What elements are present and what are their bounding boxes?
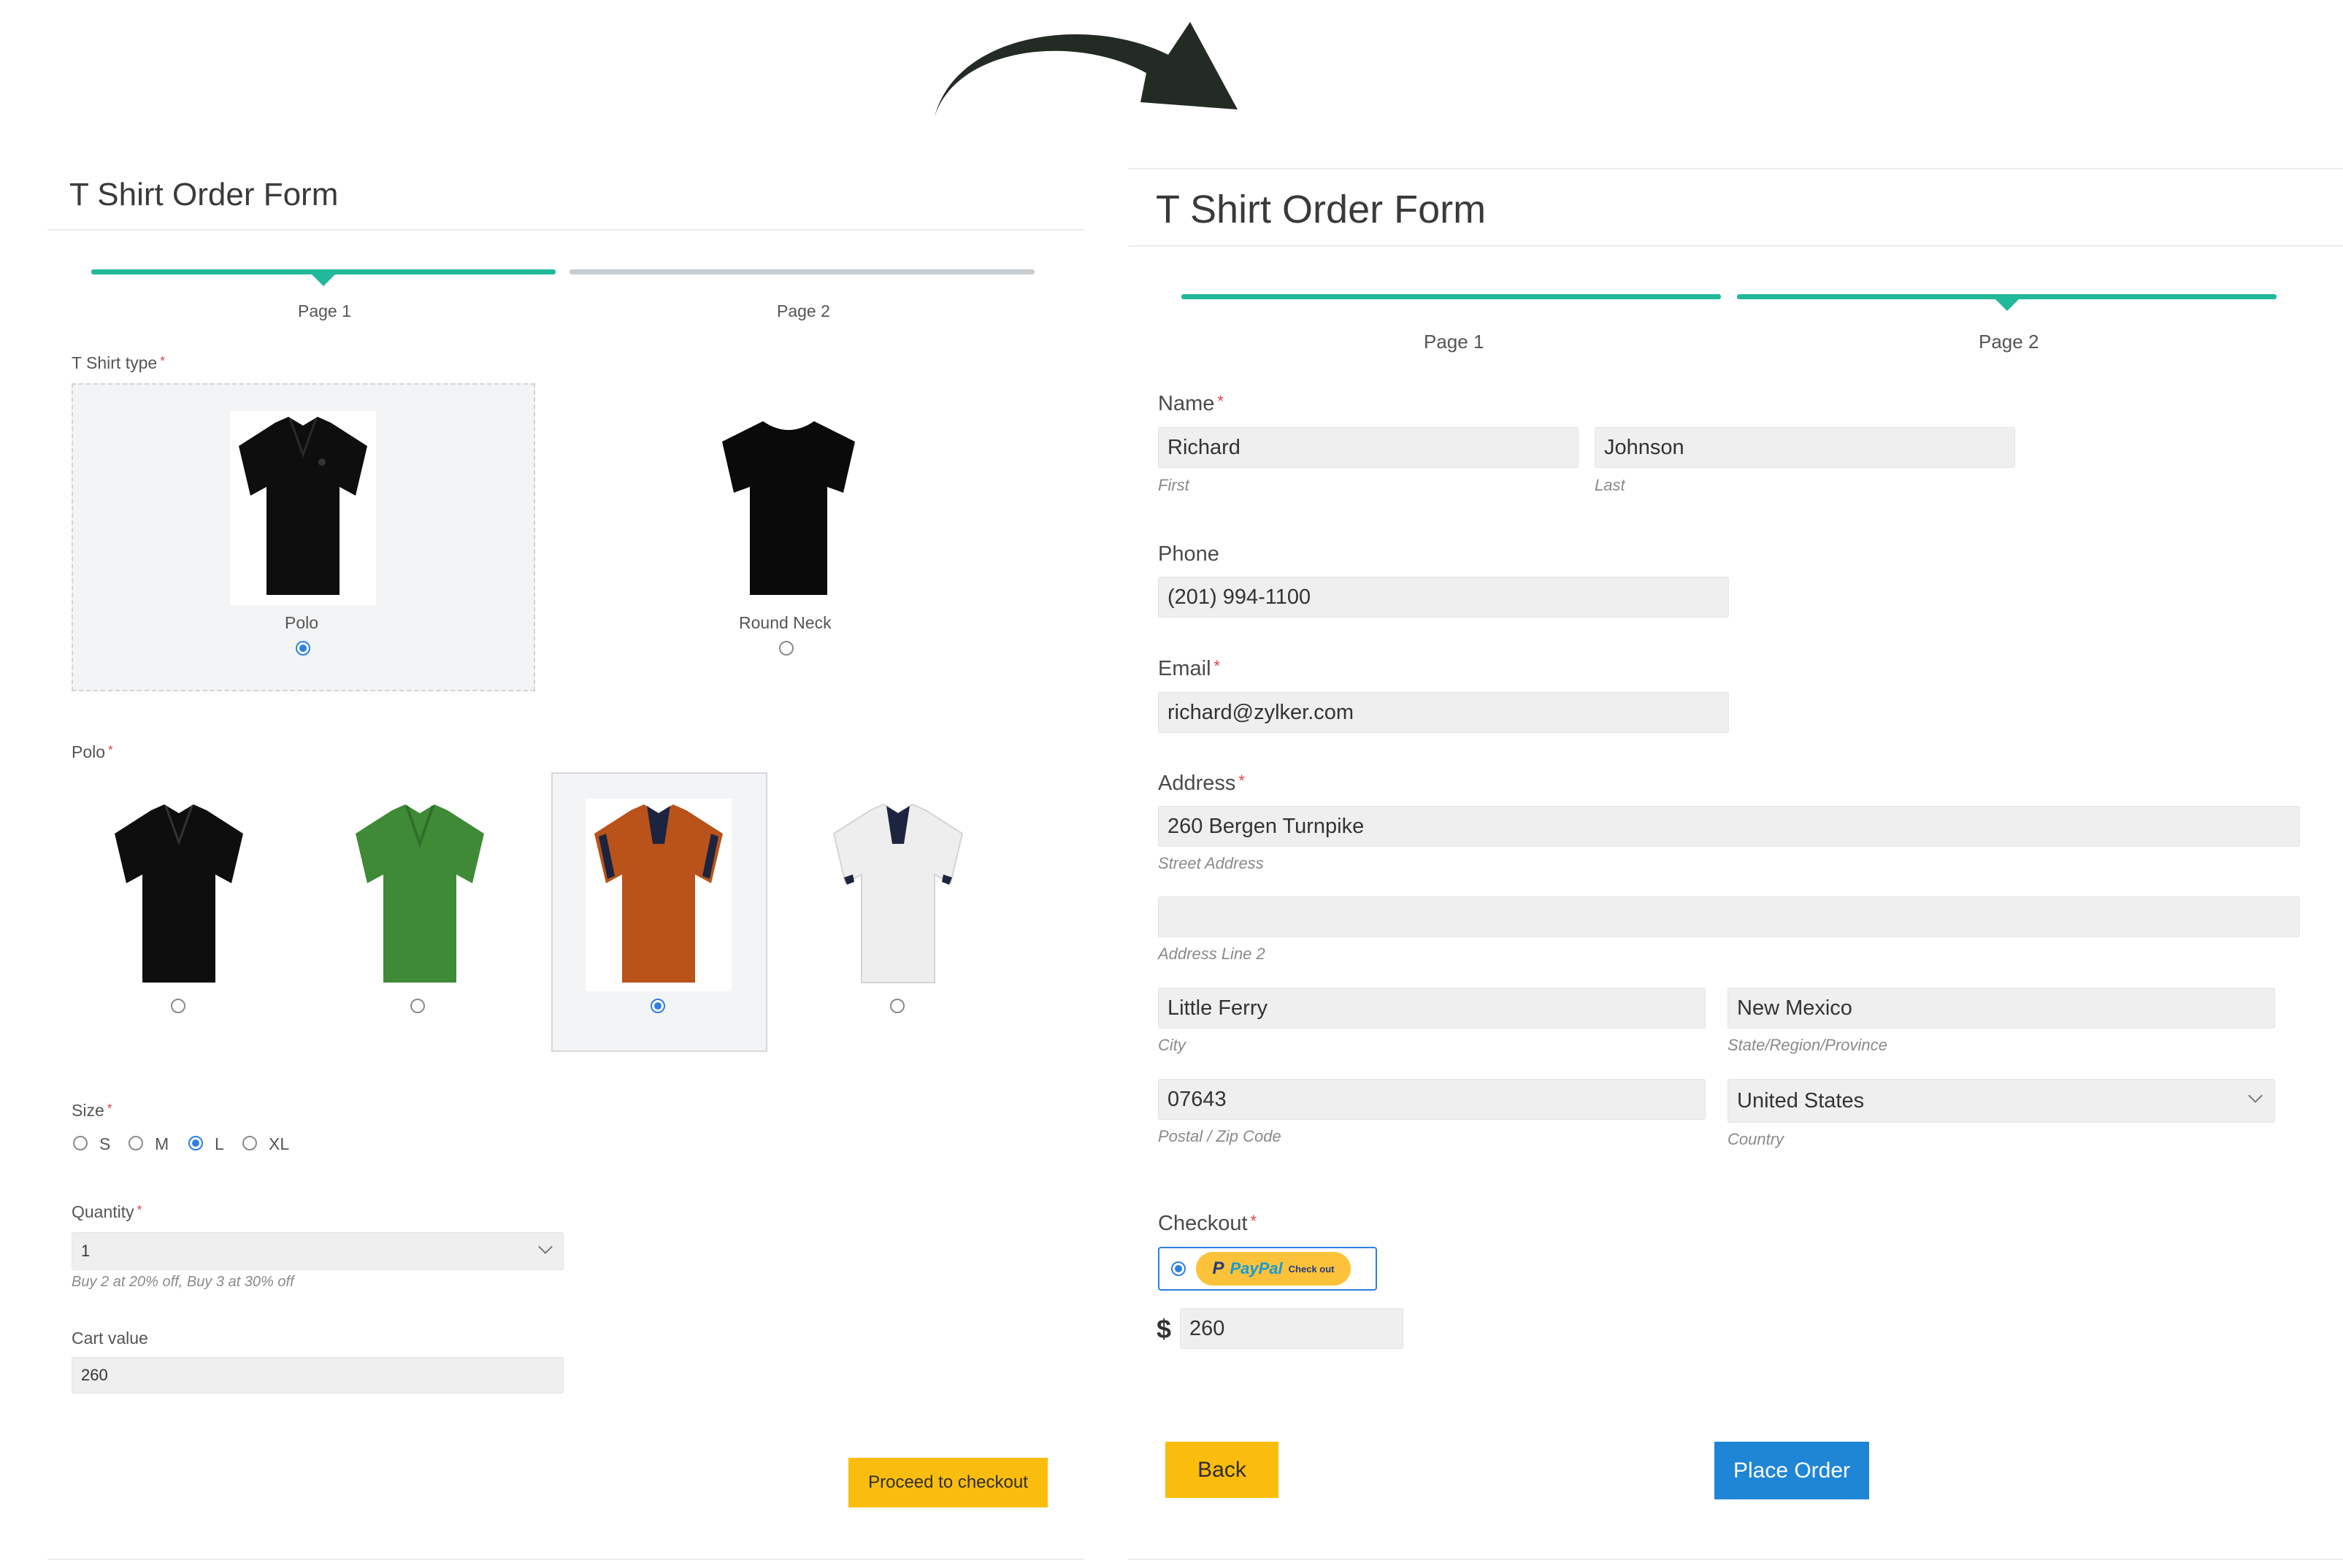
- form-title-step1: T Shirt Order Form: [69, 177, 339, 212]
- polo-green-radio[interactable]: [410, 999, 425, 1013]
- city-input[interactable]: Little Ferry: [1158, 988, 1706, 1029]
- email-input[interactable]: richard@zylker.com: [1158, 692, 1729, 733]
- polo-orange-radio[interactable]: [651, 999, 665, 1013]
- amount-value: 260: [1189, 1316, 1225, 1340]
- paypal-brand: PayPal: [1230, 1259, 1283, 1277]
- address-line2-sub: Address Line 2: [1158, 945, 1265, 963]
- currency-symbol: $: [1157, 1314, 1172, 1344]
- quantity-label: Quantity *: [72, 1202, 142, 1221]
- round-neck-image: [712, 411, 865, 605]
- zip-sub: Postal / Zip Code: [1158, 1127, 1281, 1145]
- back-label: Back: [1197, 1457, 1246, 1482]
- title-divider-right: [1128, 245, 2343, 247]
- form-title-step2: T Shirt Order Form: [1156, 188, 1487, 231]
- tshirt-type-round-neck-radio[interactable]: [779, 641, 794, 656]
- title-divider: [47, 229, 1084, 231]
- size-xl-label: XL: [269, 1134, 290, 1153]
- email-value: richard@zylker.com: [1167, 700, 1354, 724]
- active-step-indicator: [311, 274, 336, 286]
- paypal-action: Check out: [1288, 1263, 1335, 1275]
- last-name-value: Johnson: [1604, 435, 1684, 459]
- email-label: Email *: [1158, 657, 1220, 680]
- polo-image: [230, 411, 376, 605]
- paypal-checkout-button[interactable]: P PayPal Check out: [1196, 1252, 1351, 1285]
- last-name-sub: Last: [1595, 476, 1625, 494]
- proceed-label: Proceed to checkout: [868, 1472, 1028, 1492]
- top-divider-right: [1128, 168, 2343, 169]
- size-m-radio[interactable]: [129, 1136, 143, 1150]
- step2-tab-page1[interactable]: Page 1: [1424, 331, 1484, 353]
- paypal-radio[interactable]: [1171, 1261, 1186, 1276]
- quantity-hint: Buy 2 at 20% off, Buy 3 at 30% off: [72, 1274, 294, 1290]
- place-order-label: Place Order: [1733, 1458, 1851, 1483]
- street-address-input[interactable]: 260 Bergen Turnpike: [1158, 806, 2300, 847]
- size-xl-radio[interactable]: [242, 1136, 257, 1150]
- zip-input[interactable]: 07643: [1158, 1079, 1706, 1120]
- city-sub: City: [1158, 1036, 1186, 1054]
- tshirt-type-round-neck-label: Round Neck: [739, 613, 832, 632]
- first-name-sub: First: [1158, 476, 1189, 494]
- size-l-radio[interactable]: [188, 1136, 203, 1150]
- polo-orange-image: [586, 799, 732, 991]
- bottom-divider-left: [47, 1559, 1084, 1560]
- transition-arrow-icon: [935, 22, 1238, 117]
- last-name-input[interactable]: Johnson: [1595, 427, 2015, 468]
- size-label: Size *: [72, 1101, 112, 1120]
- place-order-button[interactable]: Place Order: [1714, 1442, 1869, 1499]
- step1-progress-page2: [570, 269, 1035, 274]
- tshirt-type-polo-radio[interactable]: [296, 641, 310, 656]
- amount-field: 260: [1180, 1308, 1403, 1349]
- quantity-select[interactable]: 1: [72, 1232, 564, 1270]
- polo-green-image: [347, 799, 493, 991]
- size-s-label: S: [99, 1134, 111, 1153]
- cart-value-label: Cart value: [72, 1329, 148, 1348]
- polo-label: Polo *: [72, 742, 113, 761]
- polo-white-radio[interactable]: [890, 999, 905, 1013]
- first-name-value: Richard: [1167, 435, 1240, 459]
- first-name-input[interactable]: Richard: [1158, 427, 1579, 468]
- address-line2-input[interactable]: [1158, 896, 2300, 937]
- cart-value-field: 260: [72, 1357, 564, 1394]
- size-s-radio[interactable]: [73, 1136, 88, 1150]
- phone-label: Phone: [1158, 542, 1219, 566]
- phone-input[interactable]: (201) 994-1100: [1158, 577, 1729, 618]
- step1-tab-page2[interactable]: Page 2: [777, 301, 830, 321]
- size-m-label: M: [155, 1134, 169, 1153]
- state-value: New Mexico: [1737, 996, 1852, 1020]
- proceed-to-checkout-button[interactable]: Proceed to checkout: [848, 1458, 1048, 1507]
- street-address-sub: Street Address: [1158, 854, 1264, 872]
- address-label: Address *: [1158, 772, 1245, 795]
- city-value: Little Ferry: [1167, 996, 1268, 1020]
- polo-black-image: [106, 799, 252, 991]
- country-select[interactable]: United States: [1727, 1079, 2275, 1123]
- street-address-value: 260 Bergen Turnpike: [1167, 814, 1365, 838]
- state-sub: State/Region/Province: [1727, 1036, 1887, 1054]
- cart-value: 260: [81, 1366, 108, 1384]
- name-label: Name *: [1158, 392, 1224, 415]
- back-button[interactable]: Back: [1165, 1442, 1278, 1498]
- tshirt-type-label: T Shirt type *: [72, 353, 165, 372]
- phone-value: (201) 994-1100: [1167, 585, 1311, 609]
- checkout-label: Checkout *: [1158, 1212, 1257, 1235]
- step2-tab-page2[interactable]: Page 2: [1979, 331, 2039, 353]
- state-input[interactable]: New Mexico: [1727, 988, 2275, 1029]
- bottom-divider-right: [1128, 1559, 2343, 1560]
- polo-black-radio[interactable]: [171, 999, 185, 1013]
- country-value: United States: [1737, 1088, 1865, 1112]
- tshirt-type-polo-label: Polo: [285, 613, 319, 632]
- active-step-indicator: [1995, 299, 2020, 311]
- zip-value: 07643: [1167, 1087, 1227, 1111]
- quantity-value: 1: [81, 1242, 91, 1260]
- step1-tab-page1[interactable]: Page 1: [298, 301, 351, 321]
- polo-white-image: [825, 799, 971, 991]
- step2-progress-page1: [1181, 294, 1721, 299]
- country-sub: Country: [1727, 1130, 1784, 1148]
- size-l-label: L: [215, 1134, 224, 1153]
- paypal-p-icon: P: [1212, 1258, 1224, 1278]
